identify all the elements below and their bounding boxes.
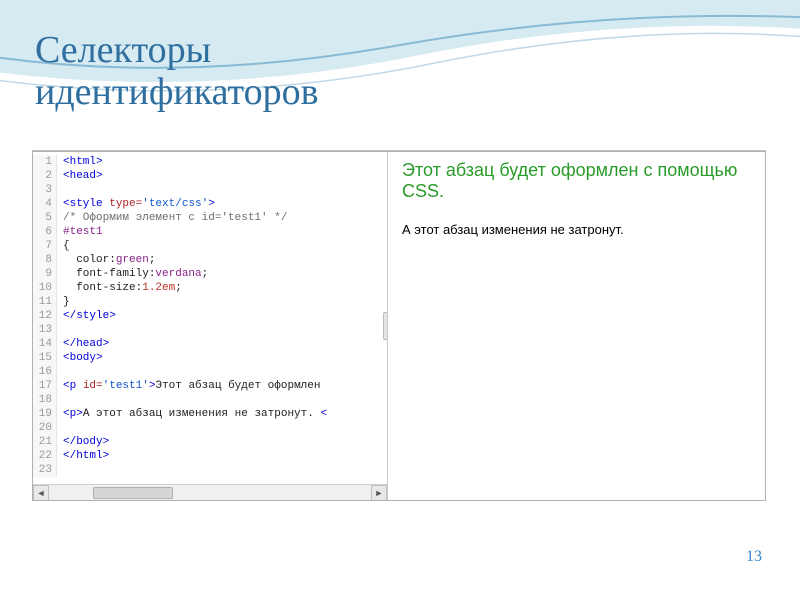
title-line-2: идентификаторов [35,72,319,114]
slide-title: Селекторы идентификаторов [35,30,319,114]
line-content: #test1 [63,225,103,239]
code-line: 8 color:green; [33,253,387,267]
line-number: 8 [33,253,57,267]
code-line: 4 <style type='text/css'> [33,197,387,211]
code-line: 7{ [33,239,387,253]
code-line: 3 [33,183,387,197]
line-content: </body> [63,435,109,449]
line-content: </head> [63,337,109,351]
line-number: 23 [33,463,57,477]
code-line: 2 <head> [33,169,387,183]
code-line: 20 [33,421,387,435]
line-content: <head> [63,169,103,183]
code-line: 12 </style> [33,309,387,323]
code-line: 9 font-family:verdana; [33,267,387,281]
scroll-right-arrow[interactable]: ► [371,485,387,500]
code-line: 16 [33,365,387,379]
line-content: /* Оформим элемент с id='test1' */ [63,211,287,225]
line-content: font-family:verdana; [63,267,208,281]
code-line: 14 </head> [33,337,387,351]
line-number: 1 [33,155,57,169]
slide-number: 13 [746,548,762,566]
line-content: <p id='test1'>Этот абзац будет оформлен [63,379,320,393]
code-line: 15 <body> [33,351,387,365]
code-line: 18 [33,393,387,407]
line-number: 13 [33,323,57,337]
line-number: 4 [33,197,57,211]
line-content: <body> [63,351,103,365]
code-line: 1 <html> [33,155,387,169]
line-number: 15 [33,351,57,365]
plain-paragraph: А этот абзац изменения не затронут. [402,222,751,237]
line-number: 2 [33,169,57,183]
code-pane: 1<html>2<head>34<style type='text/css'>5… [33,152,388,500]
line-number: 21 [33,435,57,449]
line-number: 14 [33,337,57,351]
line-content: color:green; [63,253,155,267]
styled-paragraph: Этот абзац будет оформлен с помощью CSS. [402,160,751,202]
horizontal-scrollbar[interactable]: ◄ ► [33,484,387,500]
line-content: } [63,295,70,309]
scroll-left-arrow[interactable]: ◄ [33,485,49,500]
line-number: 3 [33,183,57,197]
line-number: 17 [33,379,57,393]
line-number: 6 [33,225,57,239]
line-number: 18 [33,393,57,407]
code-line: 19 <p>А этот абзац изменения не затронут.… [33,407,387,421]
line-content: { [63,239,70,253]
example-panel: 1<html>2<head>34<style type='text/css'>5… [32,151,766,501]
scroll-thumb[interactable] [93,487,173,499]
line-content: <style type='text/css'> [63,197,215,211]
code-line: 17 <p id='test1'>Этот абзац будет оформле… [33,379,387,393]
line-number: 10 [33,281,57,295]
code-line: 21 </body> [33,435,387,449]
line-number: 22 [33,449,57,463]
line-number: 19 [33,407,57,421]
code-line: 13 [33,323,387,337]
line-content: </style> [63,309,116,323]
line-content: <p>А этот абзац изменения не затронут. < [63,407,327,421]
line-number: 16 [33,365,57,379]
line-number: 11 [33,295,57,309]
code-line: 5 /* Оформим элемент с id='test1' */ [33,211,387,225]
preview-pane: Этот абзац будет оформлен с помощью CSS.… [388,152,765,500]
line-content: <html> [63,155,103,169]
code-line: 11} [33,295,387,309]
code-line: 22 </html> [33,449,387,463]
line-number: 7 [33,239,57,253]
code-listing: 1<html>2<head>34<style type='text/css'>5… [33,152,387,477]
line-content: font-size:1.2em; [63,281,182,295]
line-number: 12 [33,309,57,323]
line-content: </html> [63,449,109,463]
line-number: 5 [33,211,57,225]
code-line: 23 [33,463,387,477]
code-line: 6 #test1 [33,225,387,239]
line-number: 9 [33,267,57,281]
code-line: 10 font-size:1.2em; [33,281,387,295]
title-line-1: Селекторы [35,30,319,72]
line-number: 20 [33,421,57,435]
pane-splitter-handle[interactable] [383,312,388,340]
